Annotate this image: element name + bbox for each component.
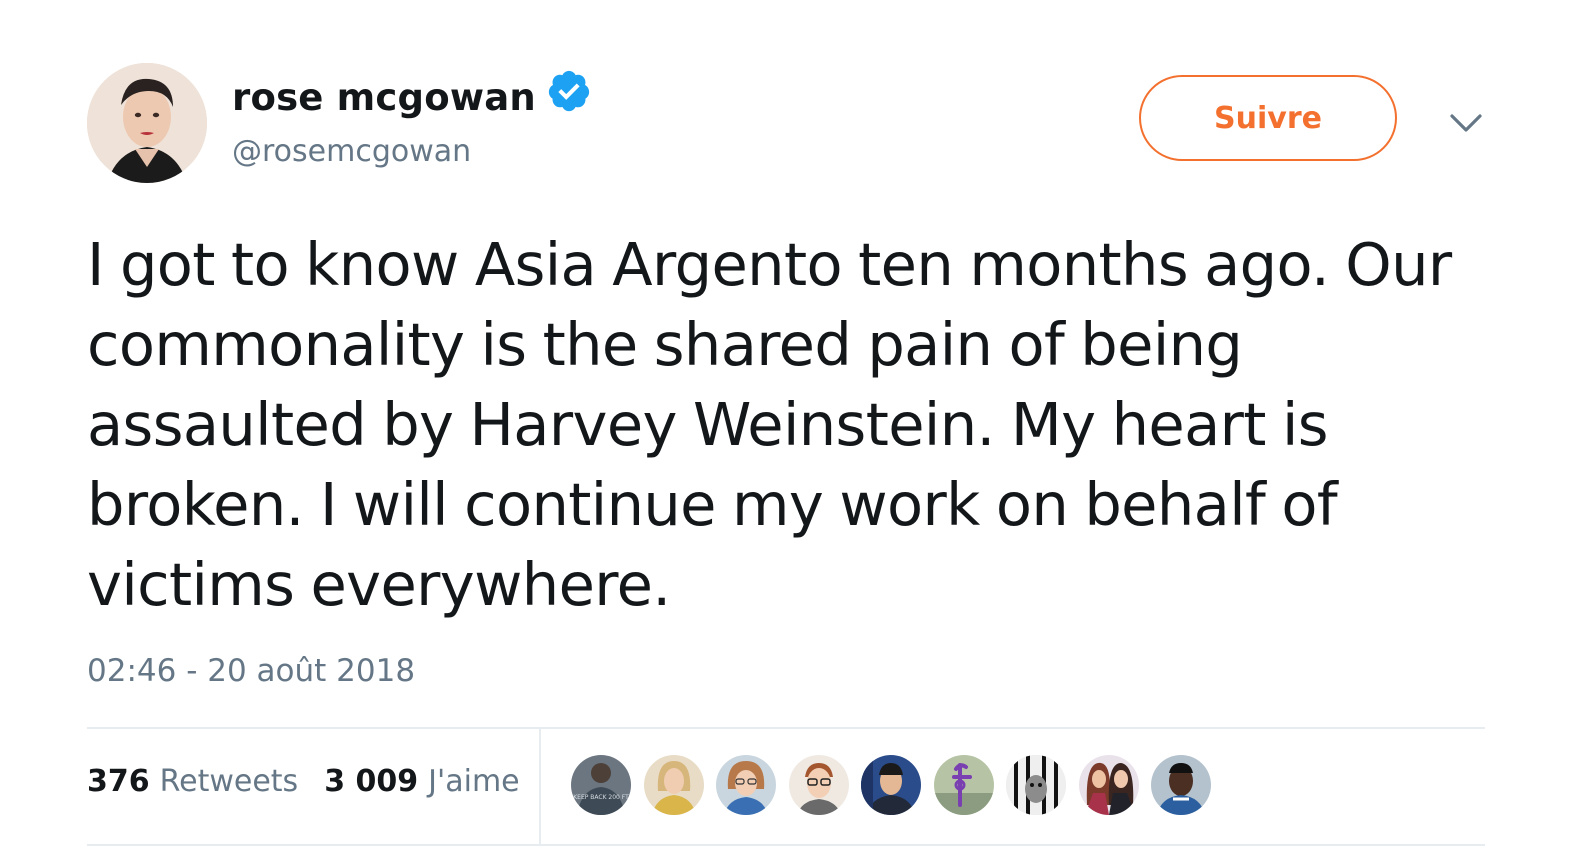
likes-stat[interactable]: 3 009 J'aime xyxy=(324,764,519,799)
liker-avatar-3[interactable] xyxy=(716,755,776,815)
follow-button[interactable]: Suivre xyxy=(1139,75,1397,161)
tweet-stats: 376 Retweets 3 009 J'aime xyxy=(87,764,520,799)
tweet-timestamp[interactable]: 02:46 - 20 août 2018 xyxy=(87,653,415,689)
stats-divider-bottom xyxy=(87,844,1485,846)
chevron-down-icon[interactable] xyxy=(1448,108,1484,138)
retweets-count: 376 xyxy=(87,764,150,799)
stats-divider-vertical xyxy=(539,729,541,844)
liker-avatar-1[interactable]: KEEP BACK 200 FT xyxy=(571,755,631,815)
author-handle[interactable]: @rosemcgowan xyxy=(232,134,471,169)
likers-avatar-list: KEEP BACK 200 FT xyxy=(571,755,1224,815)
profile-photo xyxy=(87,63,207,183)
likes-label: J'aime xyxy=(428,764,520,799)
author-name-row[interactable]: rose mcgowan xyxy=(232,70,592,122)
liker-avatar-6[interactable] xyxy=(933,755,994,815)
liker-avatar-9[interactable] xyxy=(1151,755,1211,815)
tweet-text: I got to know Asia Argento ten months ag… xyxy=(87,230,1452,619)
author-display-name[interactable]: rose mcgowan xyxy=(232,76,536,119)
liker-avatar-7[interactable] xyxy=(1006,755,1066,815)
retweets-stat[interactable]: 376 Retweets xyxy=(87,764,298,799)
retweets-label: Retweets xyxy=(159,764,299,799)
author-avatar[interactable] xyxy=(87,63,207,183)
liker-shirt-text: KEEP BACK 200 FT xyxy=(573,794,629,801)
liker-avatar-5[interactable] xyxy=(861,755,921,815)
liker-avatar-8[interactable] xyxy=(1078,755,1139,815)
verified-badge-icon xyxy=(546,68,592,114)
likes-count: 3 009 xyxy=(324,764,419,799)
liker-avatar-4[interactable] xyxy=(788,755,849,815)
stats-divider-top xyxy=(87,727,1485,729)
liker-avatar-2[interactable] xyxy=(643,755,704,815)
